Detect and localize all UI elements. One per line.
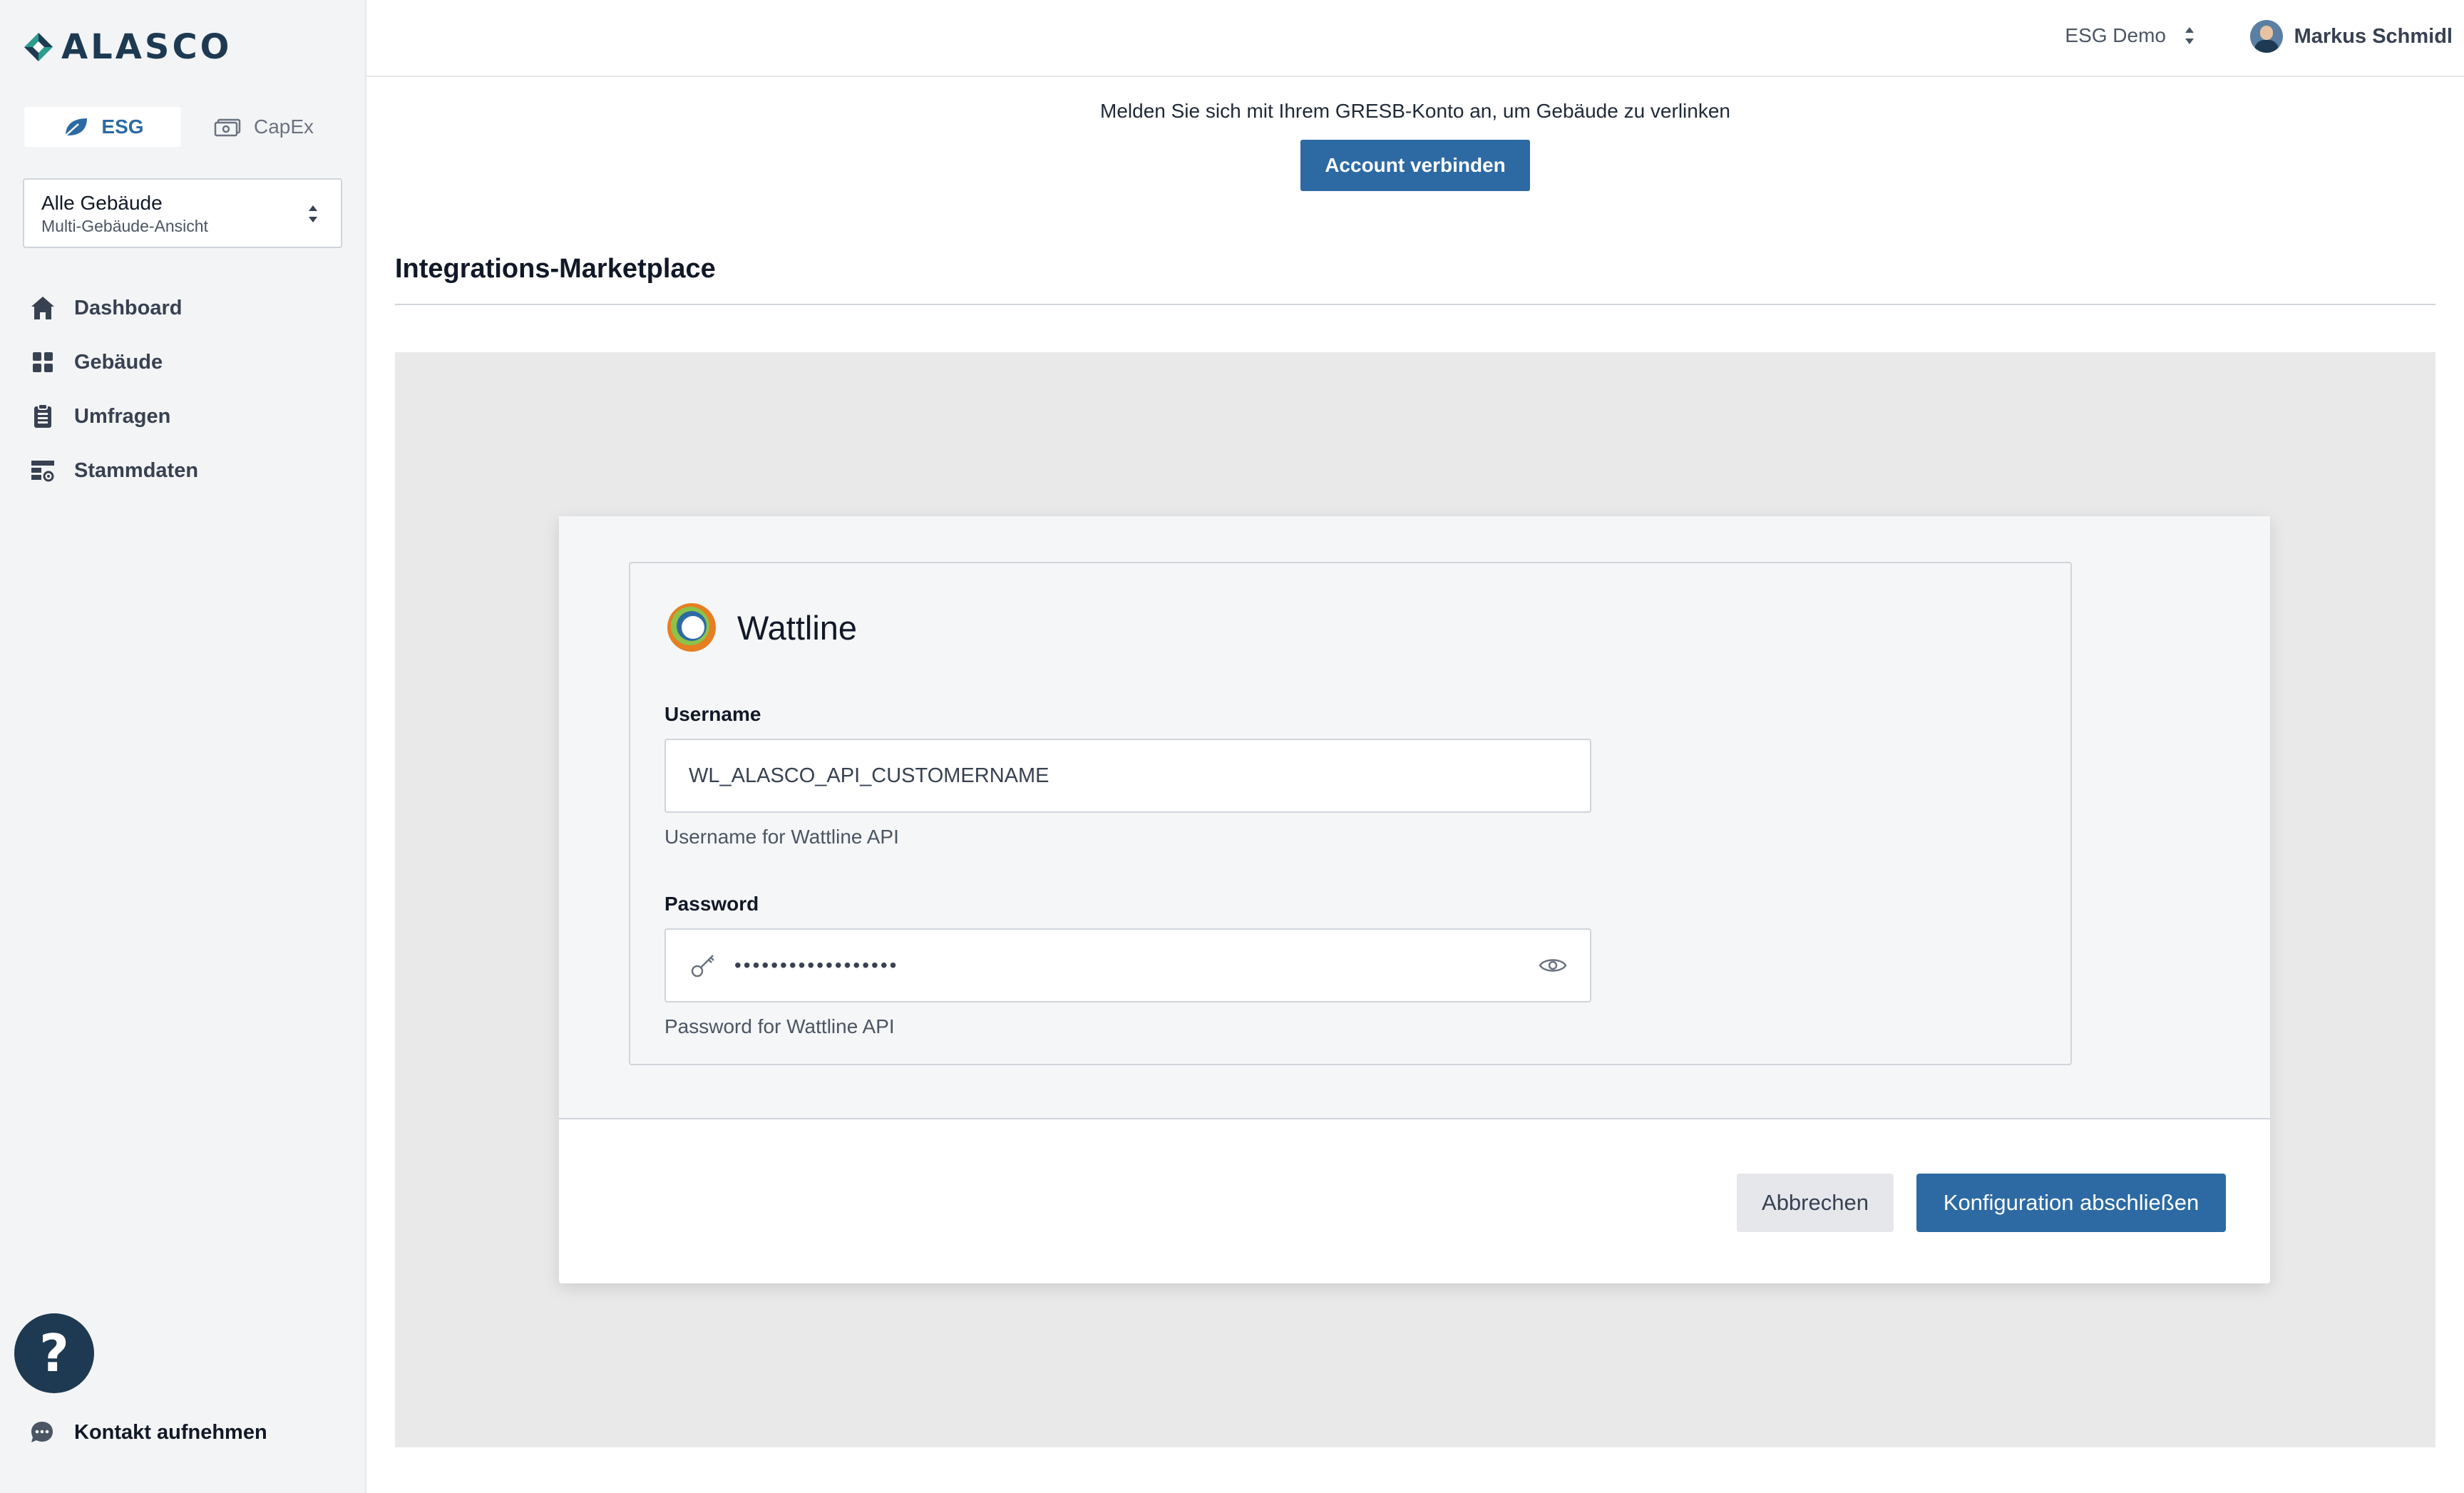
home-icon — [31, 297, 54, 319]
leaf-icon — [63, 118, 88, 138]
user-menu[interactable]: Markus Schmidl — [2249, 20, 2453, 53]
sidebar-item-umfragen[interactable]: Umfragen — [29, 389, 342, 443]
workspace-name: ESG Demo — [2065, 24, 2166, 46]
finish-configuration-button[interactable]: Konfiguration abschließen — [1916, 1174, 2226, 1232]
building-selector[interactable]: Alle Gebäude Multi-Gebäude-Ansicht — [23, 178, 342, 248]
cancel-button[interactable]: Abbrechen — [1737, 1174, 1894, 1232]
eye-icon[interactable] — [1539, 955, 1567, 975]
sort-arrows-icon — [309, 205, 317, 222]
integration-card: Wattline Username WL_ALASCO_API_CUSTOMER… — [629, 562, 2072, 1065]
module-tab-capex[interactable]: CapEx — [185, 107, 342, 147]
sidebar-nav: Dashboard Gebäude Umfragen Stammdaten — [29, 281, 342, 498]
help-symbol: ? — [39, 1323, 69, 1383]
alasco-logo[interactable]: ALASCO — [21, 27, 232, 67]
username-field[interactable]: WL_ALASCO_API_CUSTOMERNAME — [664, 739, 1591, 813]
sidebar-item-label: Gebäude — [74, 350, 163, 374]
sort-arrows-icon — [2185, 27, 2194, 44]
sidebar-item-label: Umfragen — [74, 404, 171, 428]
sidebar-item-dashboard[interactable]: Dashboard — [29, 281, 342, 335]
contact-label: Kontakt aufnehmen — [74, 1420, 267, 1444]
clipboard-icon — [34, 404, 51, 428]
integration-config-modal: Wattline Username WL_ALASCO_API_CUSTOMER… — [559, 516, 2270, 1283]
sidebar-item-label: Dashboard — [74, 296, 183, 319]
user-name: Markus Schmidl — [2294, 24, 2453, 48]
provider-header: Wattline — [663, 599, 857, 656]
page-title: Integrations-Marketplace — [395, 254, 716, 284]
chat-bubble-icon — [31, 1422, 53, 1442]
avatar — [2249, 20, 2283, 53]
table-settings-icon — [31, 461, 54, 482]
building-selector-subtitle: Multi-Gebäude-Ansicht — [41, 217, 208, 235]
modal-body: Wattline Username WL_ALASCO_API_CUSTOMER… — [559, 516, 2270, 1119]
divider — [395, 304, 2435, 305]
contact-link[interactable]: Kontakt aufnehmen — [29, 1419, 267, 1446]
top-bar: ESG Demo Markus Schmidl — [366, 0, 2464, 77]
password-help: Password for Wattline API — [664, 1015, 895, 1037]
password-field[interactable]: •••••••••••••••••• — [664, 928, 1591, 1002]
sidebar: ALASCO ESG CapEx Alle Gebäude Multi-Gebä… — [0, 0, 366, 1493]
module-switch: ESG CapEx — [24, 107, 342, 147]
password-value: •••••••••••••••••• — [734, 954, 899, 976]
username-help: Username for Wattline API — [664, 826, 899, 848]
grid-icon — [33, 352, 53, 372]
sidebar-item-label: Stammdaten — [74, 458, 199, 482]
workspace-selector[interactable]: ESG Demo — [2065, 24, 2194, 47]
gresb-notice: Melden Sie sich mit Ihrem GRESB-Konto an… — [1100, 100, 1730, 122]
username-label: Username — [664, 703, 761, 725]
sidebar-item-gebaeude[interactable]: Gebäude — [29, 335, 342, 389]
help-button[interactable]: ? — [14, 1313, 94, 1393]
alasco-logo-icon — [24, 33, 53, 61]
wattline-logo-icon — [667, 603, 716, 652]
building-selector-title: Alle Gebäude — [41, 192, 163, 214]
module-tab-esg-label: ESG — [101, 116, 144, 138]
username-value: WL_ALASCO_API_CUSTOMERNAME — [689, 764, 1049, 787]
module-tab-esg[interactable]: ESG — [24, 107, 181, 147]
connect-account-button[interactable]: Account verbinden — [1300, 140, 1530, 191]
brand-name: ALASCO — [61, 27, 232, 67]
key-icon — [691, 955, 714, 978]
sidebar-item-stammdaten[interactable]: Stammdaten — [29, 443, 342, 498]
provider-name: Wattline — [737, 608, 858, 647]
module-tab-capex-label: CapEx — [253, 116, 314, 138]
banknote-icon — [214, 118, 241, 137]
password-label: Password — [664, 893, 759, 915]
